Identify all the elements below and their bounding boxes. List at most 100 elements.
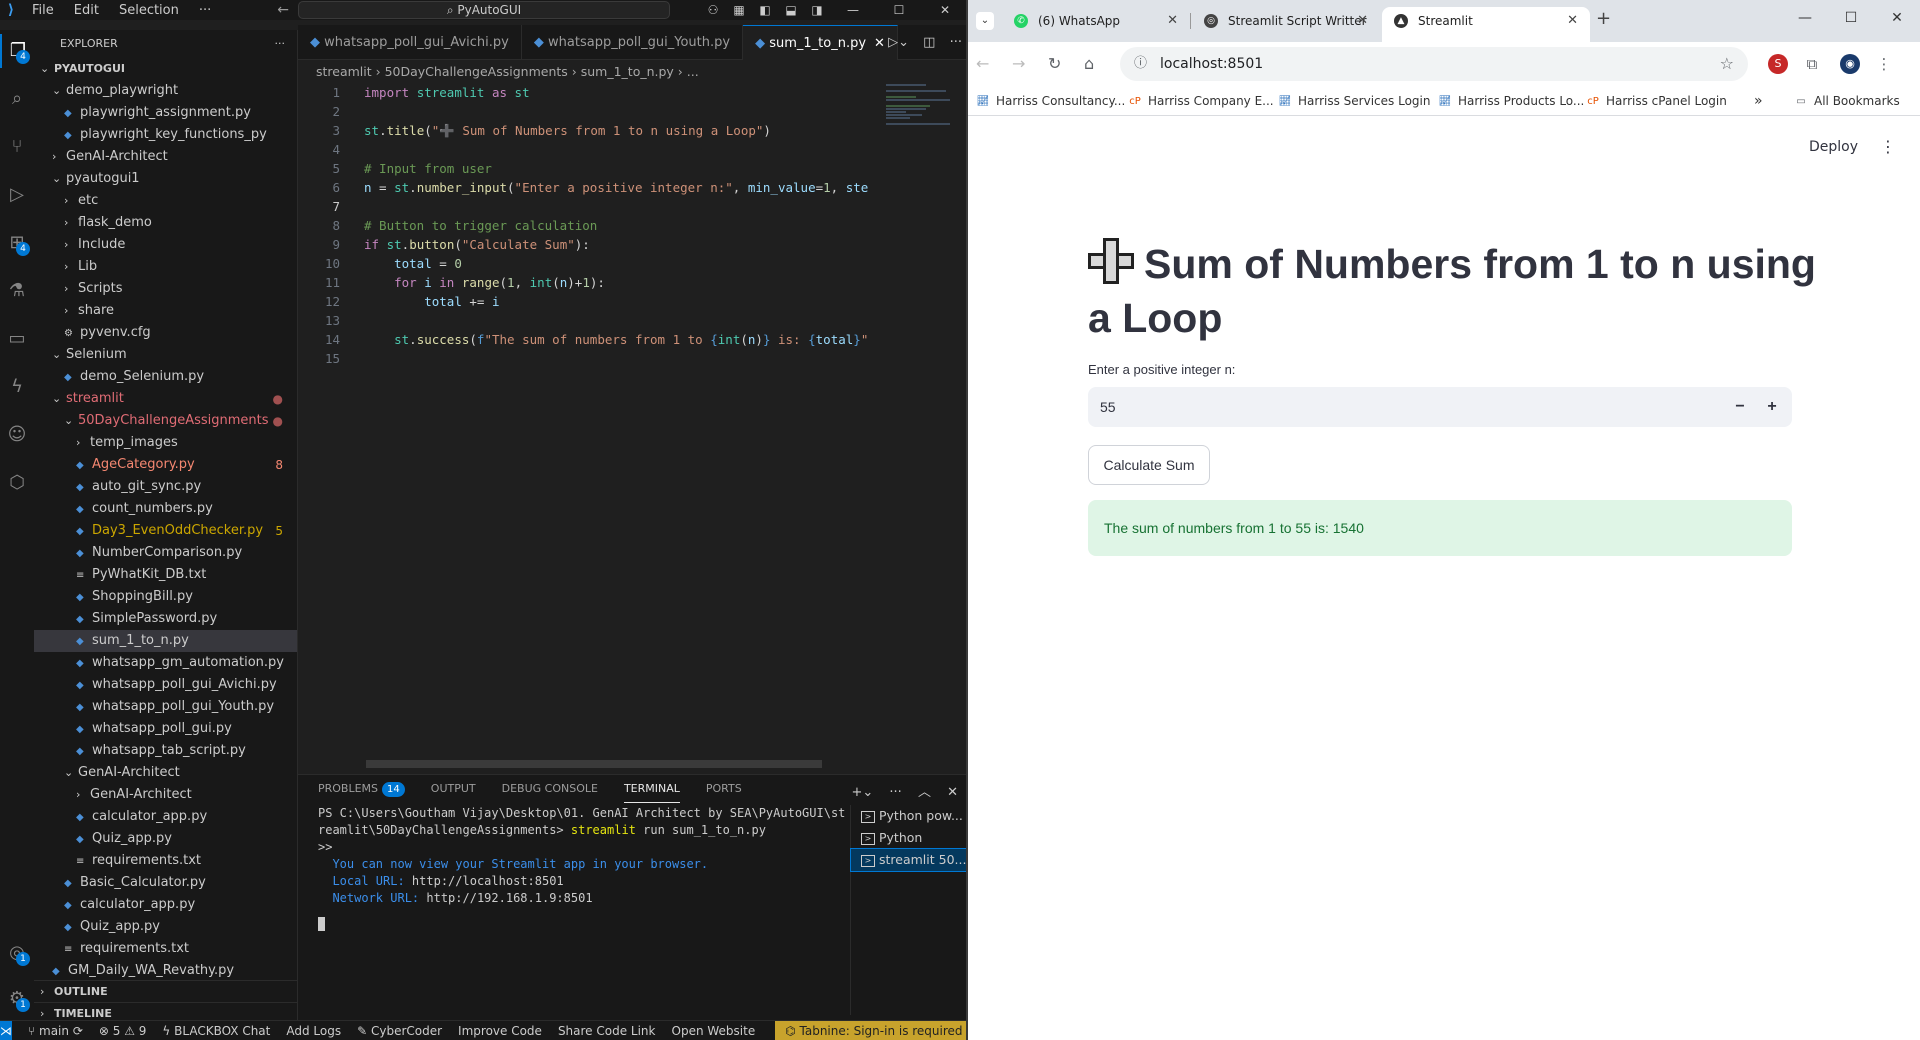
tree-item[interactable]: ⌄ Selenium	[34, 344, 297, 366]
chrome-tab-streamlit[interactable]: ▲ Streamlit ✕	[1382, 7, 1590, 42]
tabnine-icon[interactable]: ☺	[0, 418, 34, 452]
outline-section[interactable]: › OUTLINE	[34, 980, 297, 1002]
tree-item[interactable]: › Scripts	[34, 278, 297, 300]
blackbox-icon[interactable]: ϟ	[0, 370, 34, 404]
editor-horizontal-scrollbar[interactable]	[366, 760, 822, 768]
branch-status[interactable]: ⑂ main ⟳	[28, 1024, 83, 1038]
chrome-maximize-icon[interactable]: ☐	[1828, 0, 1874, 36]
editor-more-icon[interactable]: ···	[950, 35, 962, 50]
menu-file[interactable]: File	[22, 3, 64, 18]
run-debug-icon[interactable]: ▷	[0, 178, 34, 212]
tree-item[interactable]: ◆ SimplePassword.py	[34, 608, 297, 630]
tree-item[interactable]: ◆ GM_Daily_WA_Revathy.py	[34, 960, 297, 982]
extension-s-icon[interactable]: S	[1768, 54, 1788, 74]
cube-icon[interactable]: ⬡	[0, 466, 34, 500]
close-tab-icon[interactable]: ✕	[1357, 7, 1368, 35]
bookmark-item[interactable]: 📈︎ Harriss Consultancy...	[976, 86, 1126, 116]
new-terminal-icon[interactable]: +⌄	[851, 785, 873, 800]
status-tabnine[interactable]: ⌬ Tabnine: Sign-in is required	[775, 1020, 968, 1040]
app-menu-icon[interactable]: ⋮	[1880, 137, 1896, 156]
layout-icon[interactable]: ▦	[726, 3, 752, 17]
menu-more[interactable]: ···	[189, 3, 221, 18]
tree-item[interactable]: ◆ Quiz_app.py	[34, 916, 297, 938]
tree-item[interactable]: ◆ playwright_key_functions_py	[34, 124, 297, 146]
panel-more-icon[interactable]: ···	[889, 785, 901, 800]
workspace-root[interactable]: ⌄ PYAUTOGUI	[34, 58, 297, 80]
breadcrumb[interactable]: streamlit › 50DayChallengeAssignments › …	[298, 61, 968, 83]
remote-icon[interactable]: ⋊	[0, 1020, 12, 1040]
reload-icon[interactable]: ↻	[1048, 54, 1061, 73]
status-add-logs[interactable]: Add Logs	[286, 1024, 341, 1038]
calculate-sum-button[interactable]: Calculate Sum	[1088, 445, 1210, 485]
chrome-menu-icon[interactable]: ⋮	[1874, 54, 1894, 74]
close-panel-icon[interactable]: ✕	[947, 785, 958, 800]
tree-item[interactable]: ⌄ streamlit ●	[34, 388, 297, 410]
problems-status[interactable]: ⊗ 5 ⚠ 9	[99, 1024, 147, 1038]
menu-edit[interactable]: Edit	[64, 3, 109, 18]
bookmark-item[interactable]: cP Harriss Company E...	[1128, 86, 1273, 116]
run-icon[interactable]: ▷⌄	[888, 35, 909, 50]
deploy-button[interactable]: Deploy	[1809, 139, 1858, 155]
tree-item[interactable]: ◆ Basic_Calculator.py	[34, 872, 297, 894]
close-icon[interactable]: ✕	[922, 3, 968, 17]
tree-item[interactable]: ◆ count_numbers.py	[34, 498, 297, 520]
status-improve-code[interactable]: Improve Code	[458, 1024, 542, 1038]
site-info-icon[interactable]: ⓘ	[1134, 47, 1147, 81]
status-share-code-link[interactable]: Share Code Link	[558, 1024, 656, 1038]
increment-button[interactable]: +	[1756, 387, 1788, 427]
minimap[interactable]	[886, 83, 954, 203]
status-cybercoder[interactable]: ✎ CyberCoder	[357, 1024, 442, 1038]
profile-avatar[interactable]: ◉	[1840, 54, 1860, 74]
home-icon[interactable]: ⌂	[1084, 54, 1094, 73]
tree-item[interactable]: ≡ requirements.txt	[34, 850, 297, 872]
tree-item[interactable]: ◆ sum_1_to_n.py	[34, 630, 297, 652]
tree-item[interactable]: ◆ whatsapp_poll_gui.py	[34, 718, 297, 740]
extensions-icon[interactable]: ⊞ 4	[0, 226, 34, 260]
more-bookmarks-icon[interactable]: »	[1754, 86, 1763, 116]
bookmark-item[interactable]: cP Harriss cPanel Login	[1586, 86, 1727, 116]
tree-item[interactable]: › Lib	[34, 256, 297, 278]
toggle-secondary-sidebar-icon[interactable]: ◨	[804, 3, 830, 17]
tree-item[interactable]: ◆ AgeCategory.py 8	[34, 454, 297, 476]
terminal-instance-python[interactable]: > Python	[851, 827, 968, 849]
new-tab-icon[interactable]: +	[1596, 8, 1611, 29]
settings-gear-icon[interactable]: ⚙ 1	[0, 982, 34, 1016]
chrome-tab-streamlit-script-writter[interactable]: ◎ Streamlit Script Writter ✕	[1192, 7, 1380, 42]
chrome-minimize-icon[interactable]: —	[1782, 0, 1828, 36]
tab-sum-1-to-n[interactable]: ◆ sum_1_to_n.py ✕	[743, 25, 898, 60]
tree-item[interactable]: › GenAI-Architect	[34, 784, 297, 806]
chrome-close-icon[interactable]: ✕	[1874, 0, 1920, 36]
maximize-icon[interactable]: ☐	[876, 3, 922, 17]
address-bar[interactable]: ⓘ localhost:8501 ☆	[1120, 47, 1748, 81]
tree-item[interactable]: ⌄ demo_playwright	[34, 80, 297, 102]
tree-item[interactable]: ⌄ 50DayChallengeAssignments ●	[34, 410, 297, 432]
timeline-section[interactable]: › TIMELINE	[34, 1002, 297, 1020]
tree-item[interactable]: ◆ NumberComparison.py	[34, 542, 297, 564]
tree-item[interactable]: ◆ ShoppingBill.py	[34, 586, 297, 608]
remote-explorer-icon[interactable]: ▭	[0, 322, 34, 356]
tree-item[interactable]: ≡ requirements.txt	[34, 938, 297, 960]
tree-item[interactable]: ◆ calculator_app.py	[34, 894, 297, 916]
tree-item[interactable]: ◆ Quiz_app.py	[34, 828, 297, 850]
number-input-field[interactable]	[1100, 399, 1600, 415]
tree-item[interactable]: ◆ calculator_app.py	[34, 806, 297, 828]
tab-whatsapp-poll-gui-youth[interactable]: ◆ whatsapp_poll_gui_Youth.py	[522, 25, 744, 60]
bookmark-star-icon[interactable]: ☆	[1720, 47, 1734, 81]
tree-item[interactable]: › flask_demo	[34, 212, 297, 234]
tree-item[interactable]: ◆ playwright_assignment.py	[34, 102, 297, 124]
explorer-more-icon[interactable]: ···	[275, 30, 286, 58]
extensions-puzzle-icon[interactable]: ⧉	[1802, 54, 1822, 74]
tree-item[interactable]: ◆ demo_Selenium.py	[34, 366, 297, 388]
code-editor[interactable]: 1 import streamlit as st 2 3 st.title("➕ S…	[298, 83, 878, 753]
tab-whatsapp-poll-gui-avichi[interactable]: ◆ whatsapp_poll_gui_Avichi.py	[298, 25, 522, 60]
testing-icon[interactable]: ⚗	[0, 274, 34, 308]
tab-terminal[interactable]: TERMINAL	[623, 775, 680, 803]
terminal-instance-powershell[interactable]: > Python pow...	[851, 805, 968, 827]
tab-search-icon[interactable]: ⌄	[976, 12, 994, 30]
toggle-panel-icon[interactable]: ⬓	[778, 3, 804, 17]
close-tab-icon[interactable]: ✕	[1167, 7, 1178, 35]
tree-item[interactable]: ◆ whatsapp_poll_gui_Youth.py	[34, 696, 297, 718]
all-bookmarks[interactable]: ▭ All Bookmarks	[1794, 86, 1899, 116]
tree-item[interactable]: ◆ whatsapp_poll_gui_Avichi.py	[34, 674, 297, 696]
tree-item[interactable]: › share	[34, 300, 297, 322]
